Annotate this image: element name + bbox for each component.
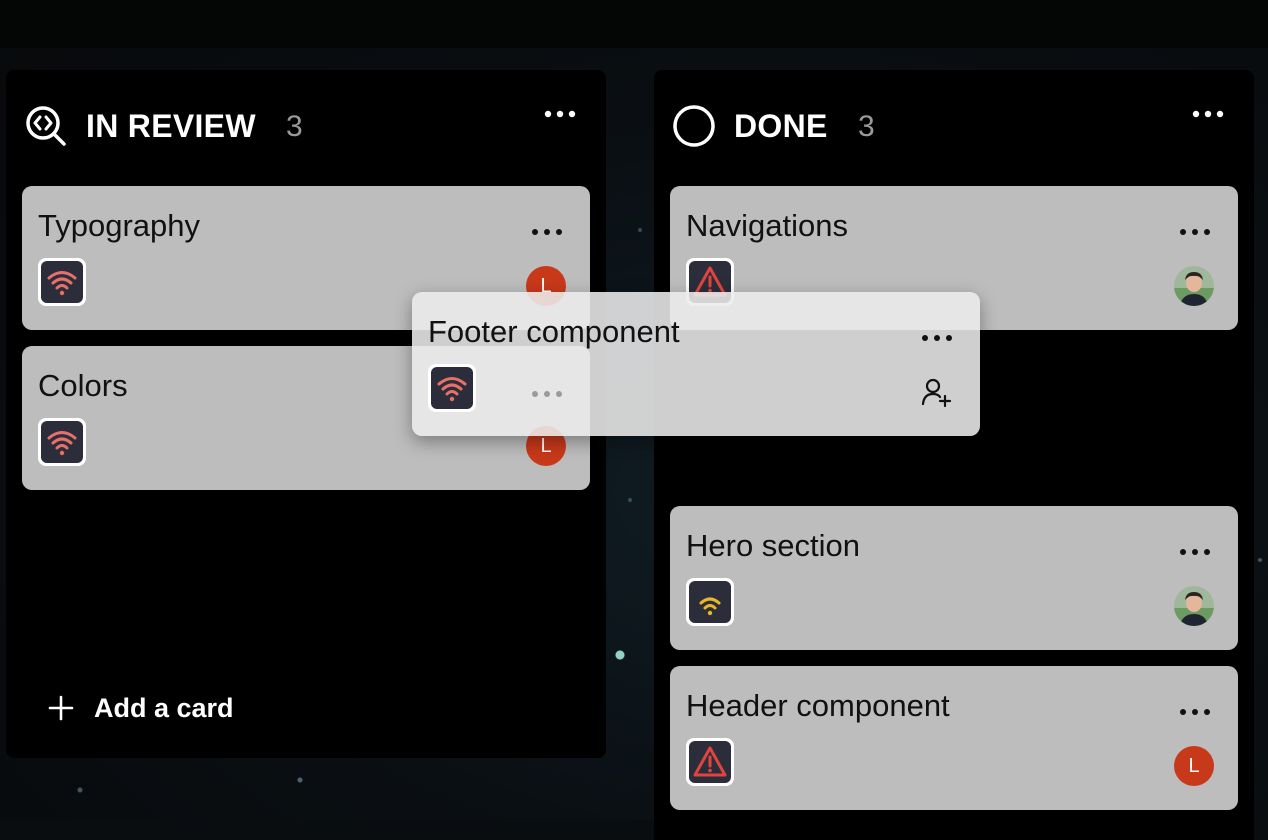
- card-title: Typography: [38, 208, 200, 243]
- card-hero-section[interactable]: Hero section: [670, 506, 1238, 650]
- avatar[interactable]: [1174, 266, 1214, 306]
- warning-icon: [693, 746, 727, 777]
- priority-badge: [428, 364, 476, 412]
- user-photo-icon: [1174, 586, 1214, 626]
- column-more-icon[interactable]: [1190, 106, 1226, 122]
- column-header: IN REVIEW 3: [6, 70, 606, 182]
- add-user-icon[interactable]: [920, 376, 952, 408]
- column-count: 3: [858, 110, 875, 143]
- card-more-icon[interactable]: [1178, 706, 1212, 718]
- column-count: 3: [286, 110, 303, 143]
- add-card-button[interactable]: Add a card: [46, 688, 234, 728]
- card-more-icon[interactable]: [920, 332, 954, 344]
- card-title: Footer component: [428, 314, 680, 349]
- card-title: Colors: [38, 368, 128, 403]
- card-title: Navigations: [686, 208, 848, 243]
- column-more-icon[interactable]: [542, 106, 578, 122]
- priority-badge: [686, 578, 734, 626]
- plus-icon: [48, 695, 74, 721]
- dragging-card-footer-component[interactable]: Footer component: [412, 292, 980, 436]
- column-title: DONE: [734, 108, 828, 144]
- card-title: Header component: [686, 688, 950, 723]
- priority-badge: [38, 258, 86, 306]
- wifi-icon: [47, 271, 77, 296]
- priority-badge: [686, 738, 734, 786]
- card-title: Hero section: [686, 528, 861, 563]
- column-header: DONE 3: [654, 70, 1254, 182]
- column-title: IN REVIEW: [86, 108, 256, 144]
- underlying-more-icon: [532, 391, 562, 397]
- card-more-icon[interactable]: [530, 226, 564, 238]
- column-done: DONE 3 Navigations Hero section Header c…: [654, 70, 1254, 840]
- circle-icon: [673, 105, 715, 147]
- priority-badge: [38, 418, 86, 466]
- avatar[interactable]: L: [1174, 746, 1214, 786]
- card-header-component[interactable]: Header component L: [670, 666, 1238, 810]
- top-bar: [0, 0, 1268, 48]
- code-search-icon: [26, 106, 66, 146]
- card-more-icon[interactable]: [1178, 226, 1212, 238]
- card-more-icon[interactable]: [1178, 546, 1212, 558]
- add-card-label: Add a card: [94, 692, 234, 723]
- user-photo-icon: [1174, 266, 1214, 306]
- avatar[interactable]: [1174, 586, 1214, 626]
- wifi-icon: [699, 597, 721, 616]
- wifi-icon: [47, 431, 77, 456]
- wifi-icon: [437, 377, 467, 402]
